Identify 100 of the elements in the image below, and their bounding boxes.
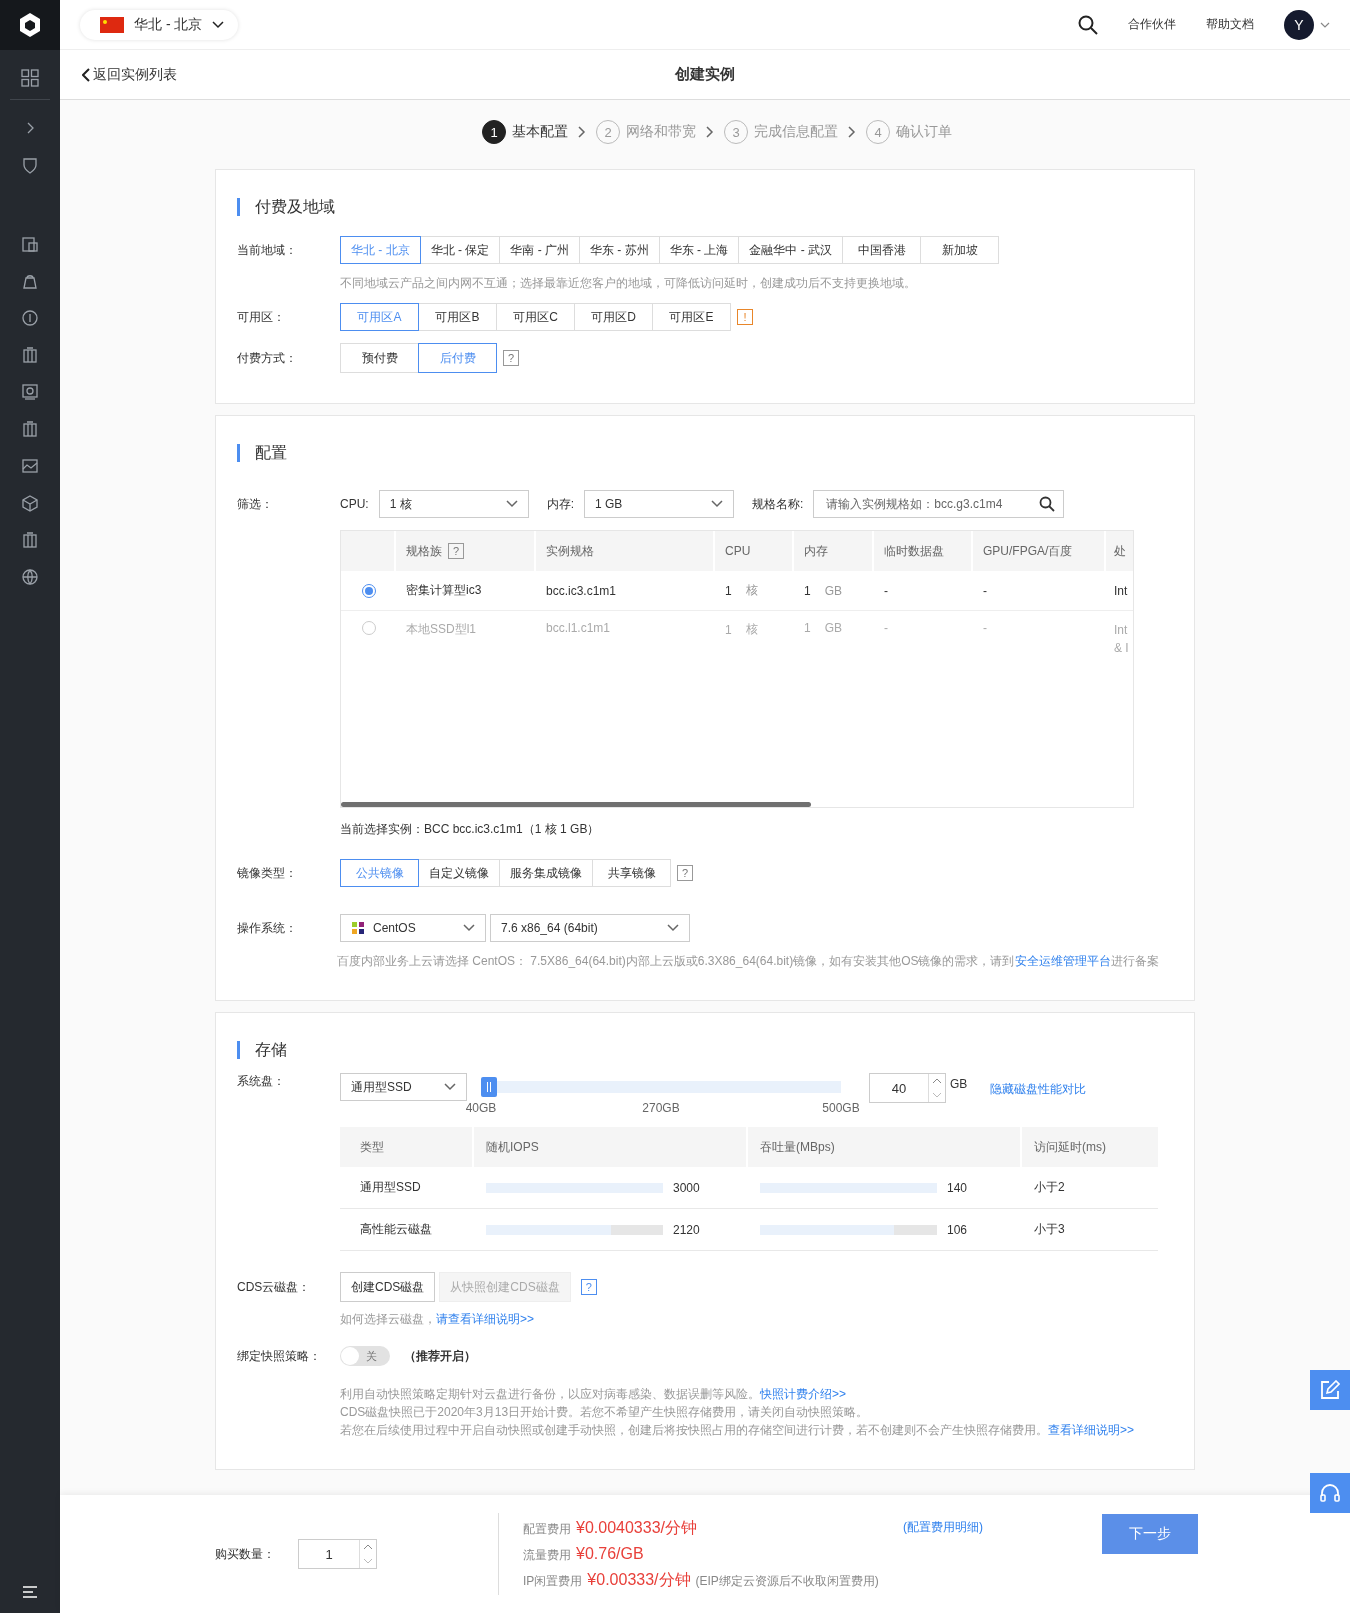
region-option[interactable]: 华北 - 保定 [419,236,501,264]
chevron-down-icon [212,20,225,29]
fee-label: 配置费用 [523,1520,571,1538]
building-icon[interactable] [21,420,39,438]
flag-icon [100,16,124,33]
cpu-select[interactable]: 1 核 [378,490,529,518]
search-icon [1039,496,1056,512]
hint-text: 不同地域云产品之间内网不互通；选择最靠近您客户的地域，可降低访问延时，创建成功后不支持更换地域。 [340,275,917,292]
os-select[interactable]: CentOS [340,914,486,942]
grid-icon[interactable] [21,69,39,87]
toggle-switch[interactable]: 关 [340,1346,390,1366]
table-cell-text: Int & I [1113,622,1130,657]
chevron-down-icon [505,500,518,508]
disk-type-select[interactable]: 通用型SSD [340,1073,467,1101]
zone-option[interactable]: 可用区E [652,303,731,331]
table-cell-text: 密集计算型ic3 [405,582,483,599]
document-icon[interactable] [21,235,39,253]
table-cell: 106 [947,1222,968,1237]
scrollbar[interactable] [341,802,811,807]
region-option[interactable]: 新加坡 [920,236,1000,264]
menu-icon[interactable] [21,1583,39,1601]
logo-icon [18,12,42,38]
image-type-option[interactable]: 服务集成镜像 [499,859,593,887]
fee-amount: ¥0.0040333/分钟 [576,1517,697,1538]
platform-link[interactable]: 安全运维管理平台 [1014,954,1111,968]
globe-icon[interactable] [21,568,39,586]
fee-details-link[interactable]: (配置费用明细) [903,1519,983,1536]
feedback-button[interactable] [1310,1370,1350,1410]
support-button[interactable] [1310,1473,1350,1513]
table-cell: 1 [725,583,732,598]
chevron-right-icon [578,126,586,138]
zone-option[interactable]: 可用区C [496,303,575,331]
region-option[interactable]: 金融华中 - 武汉 [738,236,844,264]
chevron-down-icon[interactable] [1320,21,1330,28]
user-avatar[interactable]: Y [1284,9,1314,40]
image-type-option[interactable]: 自定义镜像 [418,859,500,887]
fee-amount: ¥0.76/GB [576,1544,644,1563]
column-header: GPU/FPGA/百度 [973,531,1106,571]
slider-handle[interactable] [481,1077,497,1097]
radio-button[interactable] [361,583,376,598]
coin-icon[interactable] [21,309,39,327]
filter-label: CPU: [340,497,369,511]
size-field[interactable]: 40 [869,1073,946,1103]
cds-button[interactable]: 创建CDS磁盘 [340,1272,436,1302]
region-option[interactable]: 华东 - 上海 [658,236,740,264]
building-icon[interactable] [21,346,39,364]
table-cell-text: 小于2 [1033,1179,1066,1196]
table-cell-text: 小于3 [1033,1221,1066,1238]
version-select[interactable]: 7.6 x86_64 (64bit) [490,914,690,942]
table-cell-text: bcc.ic3.c1m1 [545,583,618,598]
image-type-option[interactable]: 共享镜像 [592,859,671,887]
chart-icon[interactable] [21,457,39,475]
field-label: 可用区： [237,308,286,326]
table-row[interactable]: 密集计算型ic3 bcc.ic3.c1m1 1 核 1 GB - - Int [341,571,1133,611]
note-text: 若您在后续使用过程中开启自动快照或创建手动快照，创建后将按快照占用的存储空间进行计费，若不创建则不会产生快照存储费用。查看详细说明>> [340,1422,1135,1439]
help-icon[interactable]: ? [448,543,464,559]
nav-link[interactable]: 帮助文档 [1206,16,1254,33]
chevron-right-icon [706,126,714,138]
step-item[interactable]: 1 基本配置 [482,120,568,144]
nav-link[interactable]: 合作伙伴 [1128,16,1176,33]
details-link[interactable]: 查看详细说明>> [1048,1423,1134,1437]
zone-option[interactable]: 可用区B [418,303,497,331]
column-header: 吞吐量(MBps) [748,1127,1022,1167]
unit-label: 核 [745,582,758,599]
building-icon[interactable] [21,531,39,549]
table-cell: 2120 [673,1222,700,1237]
field-label: 系统盘： [237,1073,286,1090]
field-label: 购买数量： [215,1545,276,1563]
back-link[interactable]: 返回实例列表 [82,65,177,84]
fee-label: IP闲置费用 [523,1572,583,1590]
shield-icon[interactable] [21,156,39,174]
os-logo-icon [351,921,365,935]
monitor-icon[interactable] [21,383,39,401]
column-header: 类型 [340,1127,474,1167]
table-cell-text: 通用型SSD [359,1179,422,1196]
edit-icon [1320,1380,1340,1400]
zone-option[interactable]: 可用区D [574,303,653,331]
help-icon[interactable]: ? [677,865,693,881]
column-header: 随机IOPS [474,1127,748,1167]
table-cell: 140 [947,1180,968,1195]
details-link[interactable]: 快照计费介绍>> [760,1387,846,1401]
quantity-field[interactable]: 1 [298,1539,377,1569]
help-icon[interactable]: ? [503,350,519,366]
region-option[interactable]: 华东 - 苏州 [579,236,660,264]
region-option[interactable]: 中国香港 [842,236,922,264]
bag-icon[interactable] [21,272,39,290]
region-option[interactable]: 华北 - 北京 [340,236,421,264]
compare-link[interactable]: 隐藏磁盘性能对比 [990,1081,1087,1098]
table-cell-text: bcc.l1.c1m1 [545,621,612,635]
region-option[interactable]: 华南 - 广州 [499,236,580,264]
region-selector[interactable]: 华北 - 北京 [80,9,239,40]
search-icon[interactable] [1078,14,1098,35]
search-field[interactable]: 请输入实例规格如：bcc.g3.c1m4 [813,490,1065,518]
cube-icon[interactable] [21,494,39,512]
memory-select[interactable]: 1 GB [584,490,734,518]
selection-summary: 当前选择实例：BCC bcc.ic3.c1m1（1 核 1 GB） [340,821,601,838]
details-link[interactable]: 请查看详细说明>> [436,1312,534,1326]
payment-option[interactable]: 预付费 [340,343,419,373]
field-label: 绑定快照策略： [237,1347,322,1365]
headset-icon [1319,1483,1341,1503]
